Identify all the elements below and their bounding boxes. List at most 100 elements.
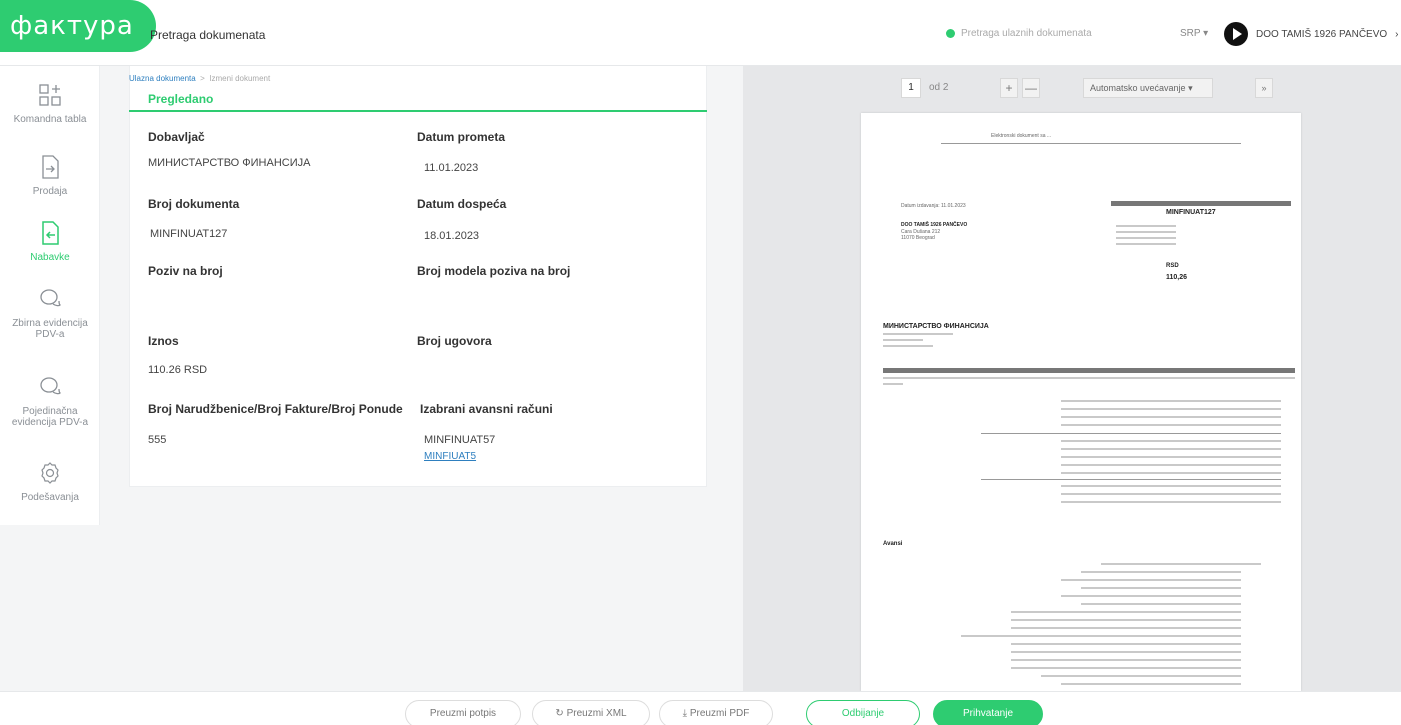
invoice-header-line: Elektronski dokument sa ... — [991, 133, 1052, 139]
sidebar-item-dashboard[interactable]: Komandna tabla — [0, 82, 100, 125]
refresh-icon: ↻ — [555, 708, 564, 719]
invoice-currency: RSD — [1166, 263, 1179, 269]
due-date-label: Datum dospeća — [417, 197, 507, 211]
totals-row — [1061, 448, 1281, 450]
order-label: Broj Narudžbenice/Broj Fakture/Broj Ponu… — [148, 402, 403, 416]
sidebar: Komandna tabla Prodaja Nabavke Zbirna ev… — [0, 66, 100, 525]
advance-row — [1061, 595, 1241, 597]
advance-row — [1011, 667, 1241, 669]
totals-row — [1061, 456, 1281, 458]
totals-row — [1061, 493, 1281, 495]
advance-row — [1011, 659, 1241, 661]
seller-name: МИНИСТАРСТВО ФИНАНСИЈА — [883, 323, 989, 330]
totals-row — [1061, 424, 1281, 426]
advance-row — [1011, 651, 1241, 653]
incoming-document-icon — [42, 221, 59, 245]
breadcrumb-parent[interactable]: Ulazna dokumenta — [129, 74, 196, 83]
download-pdf-button[interactable]: ⤓ Preuzmi PDF — [659, 700, 773, 725]
download-pdf-label: Preuzmi PDF — [689, 708, 750, 719]
buyer-name: DOO TAMIŠ 1926 PANČEVO — [901, 222, 968, 228]
totals-row — [1061, 472, 1281, 474]
company-name: DOO TAMIŠ 1926 PANČEVO — [1256, 28, 1388, 40]
action-bar: Preuzmi potpis ↻ Preuzmi XML ⤓ Preuzmi P… — [0, 691, 1401, 725]
reference-model-label: Broj modela poziva na broj — [417, 264, 571, 278]
pdf-preview-panel: 1 od 2 + — Automatsko uvećavanje ▾ » Ele… — [743, 66, 1401, 691]
sidebar-toggle-button[interactable]: » — [1255, 78, 1273, 98]
outgoing-document-icon — [42, 155, 59, 179]
breadcrumb-separator: > — [200, 74, 205, 83]
zoom-select-label: Automatsko uvećavanje — [1090, 83, 1186, 93]
top-bar: фактура Pretraga dokumenata Pretraga ula… — [0, 0, 1401, 66]
advance-row — [961, 635, 1241, 637]
meta-row — [1116, 243, 1176, 245]
buyer-address-2: 11070 Beograd — [901, 235, 935, 241]
advance-row — [1011, 619, 1241, 621]
invoice-number-bar — [1111, 201, 1291, 206]
status-dot-icon — [946, 29, 955, 38]
language-label: SRP — [1180, 28, 1201, 39]
seller-row — [883, 345, 933, 347]
company-menu[interactable]: DOO TAMIŠ 1926 PANČEVO › — [1224, 22, 1399, 46]
sidebar-item-summary-vat[interactable]: Zbirna evidencija PDV-a — [0, 286, 100, 340]
search-status[interactable]: Pretraga ulaznih dokumenata — [946, 28, 1092, 39]
invoice-total: 110,26 — [1166, 274, 1188, 281]
page-title: Pretraga dokumenata — [150, 28, 266, 42]
status-badge: Pregledano — [148, 92, 214, 106]
zoom-select[interactable]: Automatsko uvećavanje ▾ — [1083, 78, 1213, 98]
seller-row — [883, 333, 953, 335]
totals-row — [1061, 408, 1281, 410]
amount-label: Iznos — [148, 334, 179, 348]
zoom-in-button[interactable]: + — [1000, 78, 1018, 98]
totals-rule — [981, 433, 1281, 434]
advances-section-title: Avansi — [883, 541, 903, 547]
totals-row — [1061, 485, 1281, 487]
pdf-toolbar: 1 od 2 + — Automatsko uvećavanje ▾ » — [743, 66, 1401, 110]
reference-label: Poziv na broj — [148, 264, 223, 278]
reject-button[interactable]: Odbijanje — [806, 700, 920, 725]
advance-row — [1011, 611, 1241, 613]
supplier-value: МИНИСТАРСТВО ФИНАНСИЈА — [148, 157, 311, 169]
invoice-number: MINFINUAT127 — [1166, 209, 1216, 216]
due-date-value: 18.01.2023 — [424, 230, 480, 242]
meta-row — [1116, 231, 1176, 233]
zoom-out-button[interactable]: — — [1022, 78, 1040, 98]
contract-label: Broj ugovora — [417, 334, 492, 348]
advance-row — [1061, 683, 1241, 685]
sidebar-item-label: Nabavke — [30, 252, 70, 263]
seller-row — [883, 339, 923, 341]
sidebar-item-sales[interactable]: Prodaja — [0, 154, 100, 197]
sidebar-item-settings[interactable]: Podešavanja — [0, 460, 100, 503]
doc-number-value: MINFINUAT127 — [150, 228, 228, 240]
sidebar-item-label: Komandna tabla — [13, 114, 87, 125]
page-count: od 2 — [929, 82, 949, 93]
invoice-issue-date: Datum izdavanja: 11.01.2023 — [901, 203, 966, 209]
totals-row — [1061, 440, 1281, 442]
order-value: 555 — [148, 434, 167, 446]
totals-rule — [981, 479, 1281, 480]
sidebar-item-single-vat[interactable]: Pojedinačna evidencija PDV-a — [0, 374, 100, 428]
approve-button[interactable]: Prihvatanje — [933, 700, 1043, 725]
amount-value: 110.26 RSD — [148, 364, 208, 376]
sidebar-item-label: Prodaja — [32, 186, 68, 197]
doc-number-label: Broj dokumenta — [148, 197, 240, 211]
advance-invoice-value: MINFINUAT57 — [424, 434, 496, 446]
advance-row — [1081, 603, 1241, 605]
sidebar-item-purchases[interactable]: Nabavke — [0, 220, 100, 263]
download-icon: ⤓ — [682, 708, 688, 719]
language-select[interactable]: SRP ▾ — [1180, 28, 1208, 39]
sidebar-item-label: Zbirna evidencija PDV-a — [12, 318, 88, 340]
download-xml-button[interactable]: ↻ Preuzmi XML — [532, 700, 650, 725]
download-xml-label: Preuzmi XML — [566, 708, 627, 719]
chat-bubbles-icon — [40, 377, 61, 395]
page-number-input[interactable]: 1 — [901, 78, 921, 98]
sidebar-item-label: Podešavanja — [21, 492, 79, 503]
advance-row — [1081, 571, 1241, 573]
invoice-page[interactable]: Elektronski dokument sa ... Datum izdava… — [861, 113, 1301, 691]
advance-row — [1081, 587, 1241, 589]
totals-row — [1061, 464, 1281, 466]
advance-invoice-link[interactable]: MINFIUAT5 — [424, 451, 476, 462]
app-logo[interactable]: фактура — [0, 0, 156, 52]
download-signature-button[interactable]: Preuzmi potpis — [405, 700, 521, 725]
advance-invoices-label: Izabrani avansni računi — [420, 402, 553, 416]
dashboard-icon — [39, 84, 61, 106]
